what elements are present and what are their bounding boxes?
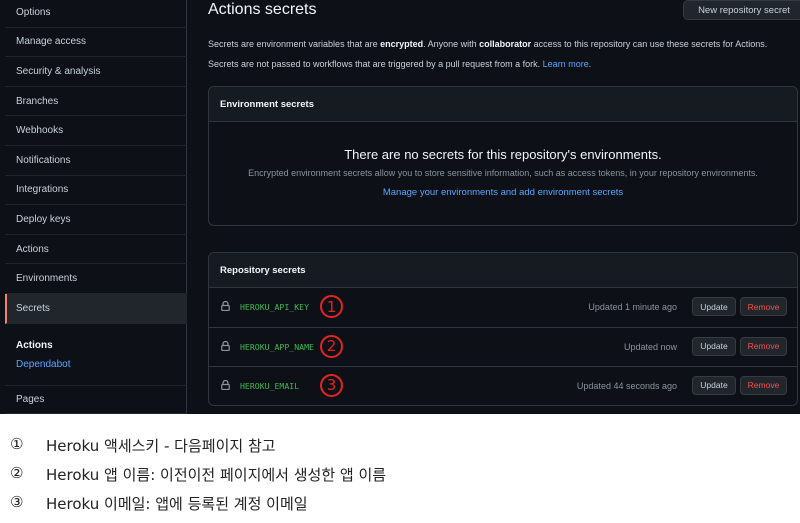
empty-state-title: There are no secrets for this repository… bbox=[344, 147, 662, 162]
note-number: ① bbox=[10, 435, 24, 453]
secret-name: HEROKU_API_KEY bbox=[240, 302, 310, 312]
new-repository-secret-button[interactable]: New repository secret bbox=[683, 0, 800, 20]
note-item: ③ Heroku 이메일: 앱에 등록된 계정 이메일 bbox=[0, 493, 800, 515]
sidebar-item-notifications[interactable]: Notifications bbox=[5, 146, 187, 176]
annotation-notes: ① Heroku 액세스키 - 다음페이지 참고 ② Heroku 앱 이름: … bbox=[0, 414, 800, 523]
sidebar-item-actions[interactable]: Actions bbox=[5, 235, 187, 265]
update-secret-button[interactable]: Update bbox=[692, 336, 736, 356]
sidebar-item-label: Security & analysis bbox=[16, 65, 101, 77]
note-item: ① Heroku 액세스키 - 다음페이지 참고 bbox=[0, 435, 800, 457]
sidebar-item-security-analysis[interactable]: Security & analysis bbox=[5, 57, 187, 87]
sidebar-item-label: Notifications bbox=[16, 154, 71, 166]
sidebar-item-label: Options bbox=[16, 6, 51, 18]
repository-secrets-box: Repository secrets HEROKU_API_KEY 1 Upda… bbox=[208, 252, 798, 406]
sidebar-item-label: Secrets bbox=[16, 302, 50, 314]
note-number: ② bbox=[10, 464, 24, 482]
sidebar-item-integrations[interactable]: Integrations bbox=[5, 176, 187, 206]
repository-secrets-heading: Repository secrets bbox=[209, 253, 797, 288]
annotation-marker-2: 2 bbox=[320, 334, 343, 358]
sidebar-item-deploy-keys[interactable]: Deploy keys bbox=[5, 205, 187, 235]
sidebar-item-label: Environments bbox=[16, 273, 78, 285]
update-secret-button[interactable]: Update bbox=[692, 375, 736, 395]
sidebar-item-label: Webhooks bbox=[16, 125, 64, 137]
note-number: ③ bbox=[10, 493, 24, 511]
sidebar-secrets-subsection: Actions Dependabot bbox=[5, 340, 187, 370]
secret-row: HEROKU_EMAIL 3 Updated 44 seconds ago Up… bbox=[209, 365, 797, 405]
sidebar-item-label: Branches bbox=[16, 95, 59, 107]
environment-secrets-heading: Environment secrets bbox=[209, 87, 797, 122]
sidebar-item-label: Pages bbox=[16, 393, 45, 405]
sidebar-item-label: Actions bbox=[16, 243, 49, 255]
sidebar-item-pages[interactable]: Pages bbox=[5, 384, 187, 414]
secrets-description-line2: Secrets are not passed to workflows that… bbox=[208, 59, 592, 69]
remove-secret-button[interactable]: Remove bbox=[740, 336, 787, 356]
note-item: ② Heroku 앱 이름: 이전이전 페이지에서 생성한 앱 이름 bbox=[0, 464, 800, 486]
secret-updated-time: Updated 44 seconds ago bbox=[576, 380, 677, 391]
sidebar-item-webhooks[interactable]: Webhooks bbox=[5, 116, 187, 146]
sidebar-item-manage-access[interactable]: Manage access bbox=[5, 28, 187, 58]
secret-name: HEROKU_APP_NAME bbox=[240, 341, 314, 352]
update-secret-button[interactable]: Update bbox=[692, 297, 736, 316]
secrets-description-line1: Secrets are environment variables that a… bbox=[208, 39, 768, 49]
sidebar-item-secrets[interactable]: Secrets bbox=[5, 294, 187, 324]
annotation-marker-1: 1 bbox=[320, 295, 343, 318]
settings-sidebar: Options Manage access Security & analysi… bbox=[5, 0, 187, 414]
sidebar-item-label: Deploy keys bbox=[16, 213, 71, 225]
sidebar-item-branches[interactable]: Branches bbox=[5, 87, 187, 117]
learn-more-link[interactable]: Learn more bbox=[543, 59, 589, 69]
remove-secret-button[interactable]: Remove bbox=[740, 375, 787, 395]
secret-row: HEROKU_APP_NAME 2 Updated now Update Rem… bbox=[209, 326, 797, 366]
note-text: Heroku 앱 이름: 이전이전 페이지에서 생성한 앱 이름 bbox=[46, 466, 387, 484]
secret-name: HEROKU_EMAIL bbox=[240, 380, 300, 391]
secret-updated-time: Updated now bbox=[623, 341, 677, 352]
secret-updated-time: Updated 1 minute ago bbox=[588, 302, 677, 312]
sidebar-item-environments[interactable]: Environments bbox=[5, 264, 187, 294]
annotation-marker-3: 3 bbox=[320, 373, 343, 397]
remove-secret-button[interactable]: Remove bbox=[740, 297, 787, 316]
note-text: Heroku 액세스키 - 다음페이지 참고 bbox=[46, 437, 276, 455]
sidebar-item-options[interactable]: Options bbox=[5, 0, 187, 28]
lock-icon bbox=[221, 340, 230, 351]
sidebar-subitem-dependabot[interactable]: Dependabot bbox=[16, 359, 187, 370]
page-title: Actions secrets bbox=[208, 1, 317, 18]
lock-icon bbox=[221, 301, 230, 311]
sidebar-item-label: Integrations bbox=[16, 184, 69, 196]
lock-icon bbox=[221, 379, 230, 390]
manage-environments-link[interactable]: Manage your environments and add environ… bbox=[209, 187, 797, 198]
screenshot-area: Options Manage access Security & analysi… bbox=[0, 0, 800, 414]
secret-row: HEROKU_API_KEY 1 Updated 1 minute ago Up… bbox=[209, 288, 797, 327]
sidebar-item-label: Manage access bbox=[16, 36, 87, 48]
sidebar-subitem-actions[interactable]: Actions bbox=[16, 340, 187, 351]
main-content: Actions secrets New repository secret Se… bbox=[208, 0, 800, 414]
note-text: Heroku 이메일: 앱에 등록된 계정 이메일 bbox=[46, 495, 308, 513]
empty-state-subtitle: Encrypted environment secrets allow you … bbox=[248, 168, 758, 178]
environment-secrets-box: Environment secrets There are no secrets… bbox=[208, 86, 798, 226]
